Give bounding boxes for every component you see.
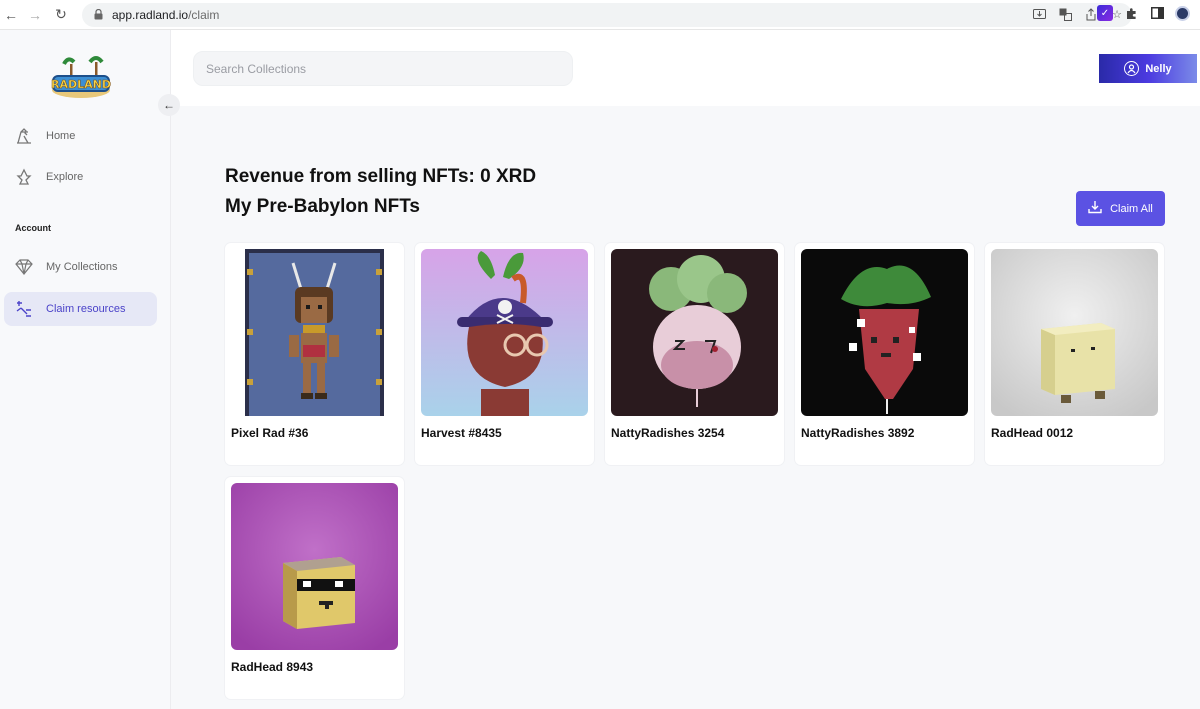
claim-all-button[interactable]: Claim All [1076, 191, 1165, 226]
sidebar-item-label: My Collections [46, 261, 118, 273]
sidebar-item-label: Explore [46, 171, 84, 183]
extensions-puzzle-icon[interactable] [1123, 5, 1139, 21]
claim-all-label: Claim All [1110, 202, 1153, 215]
side-panel-icon[interactable] [1149, 5, 1165, 21]
nft-image [611, 249, 778, 416]
user-icon [1124, 61, 1140, 76]
download-icon [1088, 200, 1102, 217]
share-icon[interactable] [1084, 8, 1098, 22]
reload-icon[interactable]: ↻ [50, 4, 72, 26]
search-input[interactable] [206, 61, 572, 76]
home-icon [14, 126, 34, 146]
nft-card[interactable]: Harvest #8435 [415, 243, 594, 465]
user-name: Nelly [1145, 62, 1172, 75]
nft-image [801, 249, 968, 416]
collapse-sidebar-button[interactable]: ← [158, 94, 180, 116]
url-host: app.radland.io [112, 7, 189, 22]
nft-card[interactable]: Pixel Rad #36 [225, 243, 404, 465]
sidebar: RADLAND ← Home Explore Account My Collec… [0, 30, 180, 709]
forward-icon[interactable]: → [24, 4, 46, 26]
account-section-label: Account [15, 223, 51, 233]
install-icon[interactable] [1032, 8, 1046, 22]
sidebar-item-label: Claim resources [46, 303, 126, 315]
nft-image [231, 249, 398, 416]
nft-name: NattyRadishes 3254 [611, 426, 725, 440]
nft-name: Pixel Rad #36 [231, 426, 309, 440]
sidebar-item-home[interactable]: Home [4, 119, 157, 153]
logo-wordmark: RADLAND [51, 78, 111, 91]
back-icon[interactable]: ← [0, 4, 22, 26]
nft-name: NattyRadishes 3892 [801, 426, 915, 440]
browser-toolbar: ← → ↻ app.radland.io/claim ☆ ✓ [0, 0, 1200, 30]
translate-icon[interactable] [1058, 8, 1072, 22]
url-path: /claim [188, 7, 220, 22]
profile-avatar-icon[interactable] [1175, 5, 1190, 21]
nft-name: Harvest #8435 [421, 426, 502, 440]
nft-card[interactable]: NattyRadishes 3254 [605, 243, 784, 465]
nft-image [421, 249, 588, 416]
user-menu-button[interactable]: Nelly [1099, 54, 1197, 83]
revenue-title: Revenue from selling NFTs: 0 XRD [225, 166, 537, 187]
lock-icon [92, 9, 104, 21]
wallet-extension-icon[interactable]: ✓ [1097, 5, 1113, 21]
nft-image [991, 249, 1158, 416]
collections-icon [14, 257, 34, 277]
search-box[interactable] [193, 51, 573, 86]
nft-image [231, 483, 398, 650]
top-header: Nelly [171, 30, 1200, 106]
nft-name: RadHead 8943 [231, 660, 314, 674]
section-title: My Pre-Babylon NFTs [225, 196, 420, 217]
address-bar[interactable]: app.radland.io/claim ☆ [82, 2, 1132, 27]
explore-icon [14, 167, 34, 187]
sidebar-item-my-collections[interactable]: My Collections [4, 250, 157, 284]
nft-card[interactable]: RadHead 8943 [225, 477, 404, 699]
nft-card[interactable]: RadHead 0012 [985, 243, 1164, 465]
nft-name: RadHead 0012 [991, 426, 1074, 440]
nft-card[interactable]: NattyRadishes 3892 [795, 243, 974, 465]
radland-logo[interactable]: RADLAND [50, 52, 112, 100]
claim-icon [14, 299, 34, 319]
sidebar-item-label: Home [46, 130, 76, 142]
sidebar-item-explore[interactable]: Explore [4, 160, 157, 194]
sidebar-item-claim-resources[interactable]: Claim resources [4, 292, 157, 326]
